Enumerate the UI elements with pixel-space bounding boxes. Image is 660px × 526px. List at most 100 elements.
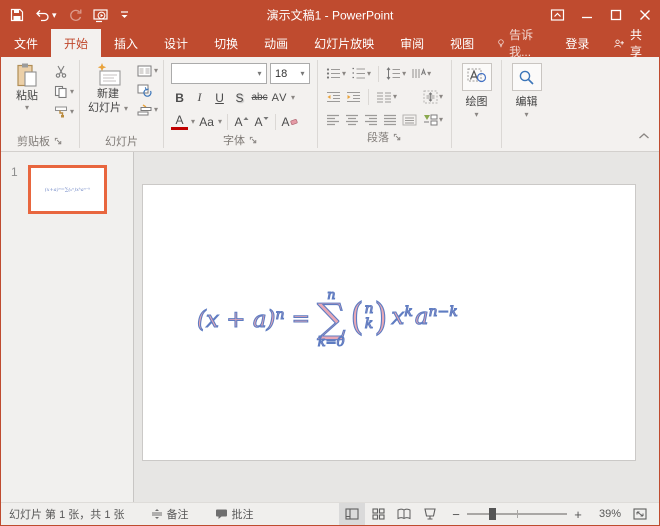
slides-group-label: 幻灯片: [105, 133, 138, 149]
text-direction-button[interactable]: ▾: [411, 67, 431, 80]
align-left-icon: [326, 114, 340, 126]
align-right-button[interactable]: [364, 114, 378, 126]
italic-button[interactable]: I: [191, 88, 208, 107]
clipboard-dialog-launcher-icon[interactable]: [54, 137, 63, 146]
zoom-in-button[interactable]: +: [573, 507, 583, 522]
clear-formatting-button[interactable]: A: [281, 112, 298, 131]
collapse-ribbon-button[interactable]: [638, 127, 650, 145]
columns-button[interactable]: ▾: [376, 91, 397, 103]
fit-to-window-icon: [633, 508, 647, 520]
change-case-button[interactable]: Aa: [198, 112, 215, 131]
close-button[interactable]: [630, 1, 659, 29]
notes-button[interactable]: 备注: [151, 506, 189, 522]
minimize-button[interactable]: [572, 1, 601, 29]
maximize-button[interactable]: [601, 1, 630, 29]
distribute-button[interactable]: [402, 114, 417, 126]
align-center-button[interactable]: [345, 114, 359, 126]
tab-transitions[interactable]: 切换: [201, 29, 251, 57]
slide-1[interactable]: (x + a)n = n ∑ k=0 ( n k ): [142, 184, 636, 461]
font-color-button[interactable]: A: [171, 113, 188, 130]
bullets-caret: ▾: [342, 70, 346, 78]
slideshow-view-icon: [423, 508, 437, 520]
binom-close-paren: ): [374, 298, 387, 335]
paragraph-dialog-launcher-icon[interactable]: [393, 133, 402, 142]
slide-indicator: 幻灯片 第 1 张，共 1 张: [9, 506, 125, 522]
distribute-icon: [402, 114, 417, 126]
share-button[interactable]: 共享: [602, 29, 659, 57]
justify-button[interactable]: [383, 114, 397, 126]
undo-button[interactable]: ▾: [35, 1, 57, 29]
increase-indent-button[interactable]: [346, 91, 361, 103]
slide-layout-button[interactable]: ▾: [137, 65, 158, 77]
reset-slide-button[interactable]: [137, 84, 158, 97]
shrink-font-button[interactable]: A: [253, 112, 270, 131]
font-dialog-launcher-icon[interactable]: [249, 136, 258, 145]
comments-button[interactable]: 批注: [215, 506, 254, 522]
tab-home[interactable]: 开始: [51, 29, 101, 57]
slideshow-view-button[interactable]: [417, 503, 443, 525]
customize-qat-button[interactable]: [120, 1, 129, 29]
new-slide-button[interactable]: 新建 幻灯片 ▾: [82, 59, 134, 116]
decrease-indent-button[interactable]: [326, 91, 341, 103]
paste-button[interactable]: 粘贴 ▾: [3, 59, 51, 112]
font-color-caret[interactable]: ▾: [191, 118, 195, 126]
fit-to-window-button[interactable]: [627, 503, 653, 525]
ribbon-display-options-button[interactable]: [543, 1, 572, 29]
x-exponent: k: [404, 304, 412, 320]
drawing-button[interactable]: 绘图 ▾: [454, 59, 499, 119]
slide-sorter-view-button[interactable]: [365, 503, 391, 525]
comment-icon: [215, 508, 228, 520]
format-painter-button[interactable]: ▾: [54, 105, 74, 118]
convert-smartart-button[interactable]: ▾: [422, 113, 443, 126]
strikethrough-button[interactable]: abc: [251, 88, 268, 107]
section-button[interactable]: ▾: [137, 104, 158, 116]
slide-thumbnail[interactable]: (x+a)ⁿ=∑(ₖⁿ)xᵏaⁿ⁻ᵏ: [28, 165, 107, 214]
save-icon: [10, 8, 24, 22]
cut-button[interactable]: [54, 65, 74, 78]
align-text-button[interactable]: ▾: [423, 90, 443, 104]
tab-view[interactable]: 视图: [437, 29, 487, 57]
window-controls: [543, 1, 659, 29]
save-button[interactable]: [10, 1, 24, 29]
bullets-button[interactable]: ▾: [326, 67, 346, 80]
zoom-slider[interactable]: [467, 513, 567, 515]
copy-button[interactable]: ▾: [54, 85, 74, 98]
grow-font-button[interactable]: A: [233, 112, 250, 131]
tell-me-box[interactable]: 告诉我...: [487, 29, 552, 57]
character-spacing-button[interactable]: AV: [271, 88, 288, 107]
start-slideshow-button[interactable]: [93, 1, 109, 29]
numbering-caret: ▾: [367, 70, 371, 78]
binomial-equation[interactable]: (x + a)n = n ∑ k=0 ( n k ): [197, 289, 458, 350]
decrease-indent-icon: [326, 91, 341, 103]
zoom-level[interactable]: 39%: [589, 508, 621, 520]
tab-review[interactable]: 审阅: [387, 29, 437, 57]
underline-button[interactable]: U: [211, 88, 228, 107]
numbering-icon: [351, 67, 366, 80]
font-size-combo[interactable]: 18 ▾: [270, 63, 310, 84]
zoom-slider-thumb[interactable]: [489, 508, 496, 520]
reading-view-button[interactable]: [391, 503, 417, 525]
zoom-out-button[interactable]: −: [451, 507, 461, 522]
align-left-button[interactable]: [326, 114, 340, 126]
bold-button[interactable]: B: [171, 88, 188, 107]
font-size-caret[interactable]: ▾: [296, 69, 309, 78]
normal-view-button[interactable]: [339, 503, 365, 525]
change-case-caret[interactable]: ▾: [218, 118, 222, 126]
char-spacing-caret[interactable]: ▾: [291, 94, 295, 102]
columns-icon: [376, 91, 392, 103]
sign-in-button[interactable]: 登录: [552, 29, 602, 57]
tab-slide-show[interactable]: 幻灯片放映: [301, 29, 387, 57]
text-shadow-button[interactable]: S: [231, 88, 248, 107]
tab-design[interactable]: 设计: [151, 29, 201, 57]
font-name-combo[interactable]: ▾: [171, 63, 267, 84]
numbering-button[interactable]: ▾: [351, 67, 371, 80]
tab-animations[interactable]: 动画: [251, 29, 301, 57]
quick-access-toolbar: ▾: [1, 1, 129, 29]
editing-button[interactable]: 编辑 ▾: [504, 59, 549, 119]
font-name-caret[interactable]: ▾: [253, 69, 266, 78]
undo-dropdown-caret[interactable]: ▾: [52, 11, 57, 20]
font-group: ▾ 18 ▾ B I U S abc AV ▾ A: [164, 57, 317, 151]
tab-file[interactable]: 文件: [1, 29, 51, 57]
tab-insert[interactable]: 插入: [101, 29, 151, 57]
line-spacing-button[interactable]: ▾: [386, 67, 406, 80]
